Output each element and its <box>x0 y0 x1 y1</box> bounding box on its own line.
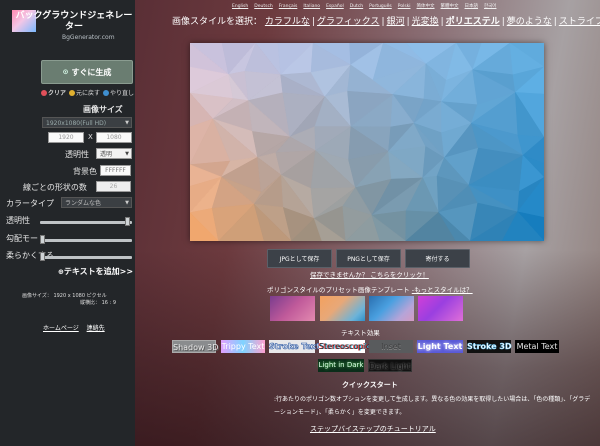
contact-link[interactable]: 連絡先 <box>87 325 105 332</box>
effect-light-text[interactable]: Light Text <box>417 340 463 353</box>
soften-slider-handle[interactable] <box>40 252 45 261</box>
generate-button[interactable]: ⊙ すぐに生成 <box>41 60 133 84</box>
info-ratio: 縦横比： 16 : 9 <box>80 300 116 306</box>
opacity-slider[interactable] <box>40 221 132 224</box>
chevron-down-icon: ▼ <box>125 151 129 157</box>
style-option[interactable]: ポリエステル <box>446 17 500 27</box>
add-text-button[interactable]: ⊕テキストを追加>> <box>58 266 133 277</box>
chevron-down-icon: ▼ <box>125 200 129 206</box>
opacity-slider-handle[interactable] <box>125 217 131 226</box>
template-thumb[interactable] <box>320 296 365 321</box>
height-input[interactable]: 1080 <box>96 132 132 143</box>
template-thumb[interactable] <box>369 296 414 321</box>
width-input[interactable]: 1920 <box>48 132 84 143</box>
language-bar: English Deutsch Français Italiano Español Dut… <box>232 3 502 9</box>
transparency-label: 透明性 <box>65 150 89 159</box>
language-link[interactable]: 简体中文 <box>417 4 435 9</box>
style-option[interactable]: 光変換 <box>412 17 439 27</box>
history-controls: クリア 元に戻す やり直し <box>4 88 134 97</box>
chevron-down-icon: ▼ <box>125 120 129 126</box>
shapes-label: 線ごとの形状の数 <box>23 183 87 192</box>
style-separator: | <box>553 17 557 27</box>
colortype-select[interactable]: ランダムな色 ▼ <box>61 197 132 208</box>
style-separator: | <box>406 17 410 27</box>
app-subtitle: BgGenerator.com <box>62 34 115 41</box>
effect-dark-light[interactable]: Dark Light <box>368 359 412 372</box>
opacity-label: 透明性 <box>6 216 30 225</box>
undo-icon <box>68 90 75 96</box>
style-separator: | <box>311 17 315 27</box>
language-link[interactable]: Deutsch <box>254 4 273 9</box>
style-separator: | <box>501 17 505 27</box>
redo-icon <box>102 90 109 96</box>
template-thumb[interactable] <box>270 296 315 321</box>
save-jpg-button[interactable]: JPGとして保存 <box>267 249 332 268</box>
style-selector: 画像スタイルを選択： カラフルな | グラフィックス | 銀河 | 光変換 | ポリエステル | 夢… <box>172 14 600 27</box>
tutorial-link[interactable]: ステップバイステップのチュートリアル <box>310 424 436 434</box>
quickstart-title: クイックスタート <box>342 381 398 389</box>
sidebar: バックグラウンドジェネレーター BgGenerator.com ⊙ すぐに生成 … <box>0 0 135 446</box>
clear-button[interactable]: クリア <box>40 88 66 97</box>
text-effects-title: テキスト効果 <box>341 329 380 337</box>
effect-metal-text[interactable]: Metal Text <box>515 340 559 353</box>
transparency-select[interactable]: 透明 ▼ <box>96 148 132 159</box>
bgcolor-label: 背景色 <box>73 167 97 176</box>
language-link[interactable]: Español <box>326 4 344 9</box>
quickstart-text: :行あたりのポリゴン数オプションを変更して生成します。異なる色の効果を取得したい… <box>274 396 591 416</box>
more-styles-link[interactable]: -もっとスタイルは？ <box>412 286 473 294</box>
homepage-link[interactable]: ホームページ <box>43 325 79 332</box>
style-separator: | <box>381 17 385 27</box>
effect-stroke-text[interactable]: Stroke Text <box>269 340 320 353</box>
style-option[interactable]: グラフィックス <box>317 17 380 27</box>
cannot-save-link[interactable]: 保存できませんか？ こちらをクリック！ <box>310 269 429 279</box>
redo-button[interactable]: やり直し <box>102 88 134 97</box>
donate-button[interactable]: 寄付する <box>405 249 470 268</box>
bgcolor-input[interactable]: FFFFFF <box>100 165 131 176</box>
app-title[interactable]: バックグラウンドジェネレーター <box>14 11 134 33</box>
language-link[interactable]: Français <box>279 4 298 9</box>
size-times: X <box>88 133 93 141</box>
soften-slider[interactable] <box>40 256 132 259</box>
language-link[interactable]: Italiano <box>303 4 320 9</box>
effect-inset[interactable]: Inset <box>369 340 413 353</box>
language-link[interactable]: English <box>232 4 248 9</box>
language-link[interactable]: Dutch <box>350 4 363 9</box>
effect-shadow-3d[interactable]: Shadow 3D <box>172 340 218 353</box>
effect-trippy-text[interactable]: Trippy Text <box>221 340 265 353</box>
clear-icon <box>40 90 47 96</box>
generate-label: すぐに生成 <box>71 67 112 77</box>
style-option[interactable]: カラフルな <box>265 17 310 27</box>
shapes-input[interactable]: 26 <box>96 181 131 192</box>
style-prefix: 画像スタイルを選択： <box>172 17 263 27</box>
effect-stroke-3d[interactable]: Stroke 3D <box>467 340 512 353</box>
refresh-icon: ⊙ <box>62 68 69 76</box>
gradient-slider-handle[interactable] <box>40 235 45 244</box>
language-link[interactable]: Polski <box>398 4 411 9</box>
style-separator: | <box>440 17 444 27</box>
main-area: English Deutsch Français Italiano Español Dut… <box>135 0 600 446</box>
size-select[interactable]: 1920x1080(Full HD) ▼ <box>42 117 132 128</box>
preview-image <box>190 43 544 241</box>
style-option[interactable]: 夢のような <box>507 17 552 27</box>
undo-button[interactable]: 元に戻す <box>68 88 100 97</box>
footer-links: ホームページ 連絡先 <box>43 323 111 332</box>
language-link[interactable]: 日本語 <box>465 4 479 9</box>
language-link[interactable]: 한국어 <box>484 4 496 9</box>
template-title: ポリゴンスタイルのプリセット画像テンプレート -もっとスタイルは？ <box>267 286 473 294</box>
gradient-slider[interactable] <box>40 239 132 242</box>
polygon-background <box>190 43 544 241</box>
style-option[interactable]: 銀河 <box>387 17 405 27</box>
save-png-button[interactable]: PNGとして保存 <box>336 249 401 268</box>
effect-stereoscopic[interactable]: Stereoscopic <box>319 340 370 353</box>
effect-light-in-dark[interactable]: Light in Dark <box>318 359 364 372</box>
size-label: 画像サイズ <box>83 105 123 114</box>
language-link[interactable]: 繁體中文 <box>441 4 459 9</box>
template-thumb[interactable] <box>418 296 463 321</box>
language-link[interactable]: Português <box>369 4 392 9</box>
image-info: 画像サイズ： 1920 x 1080 ピクセル 縦横比： 16 : 9 <box>22 293 116 307</box>
style-option[interactable]: ストライプ <box>559 17 600 27</box>
colortype-label: カラータイプ <box>6 199 54 208</box>
info-size: 画像サイズ： 1920 x 1080 ピクセル <box>22 293 107 299</box>
